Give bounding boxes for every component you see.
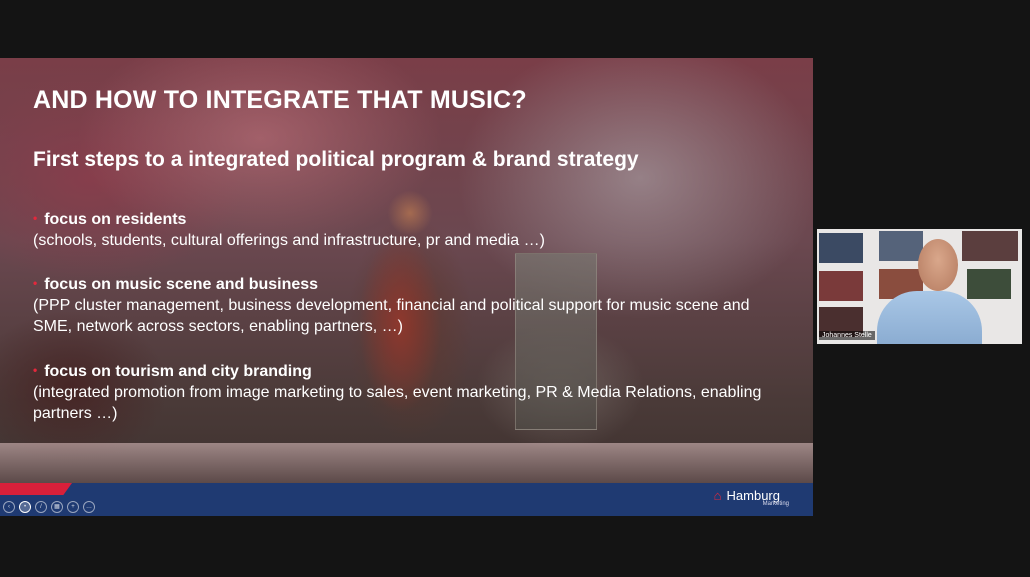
presentation-slide: AND HOW TO INTEGRATE THAT MUSIC? First s… (0, 58, 813, 516)
footer-red-accent (0, 483, 72, 495)
participant-name: Johannes Stelle (819, 331, 875, 340)
bullet-icon: • (33, 211, 38, 225)
grid-icon[interactable]: ▦ (51, 501, 63, 513)
zoom-icon[interactable]: + (67, 501, 79, 513)
wall-photo (879, 231, 923, 261)
person-head (918, 239, 958, 291)
bullet-music-scene: • focus on music scene and business (PPP … (33, 273, 773, 337)
pen-icon[interactable]: / (35, 501, 47, 513)
pointer-icon[interactable]: • (19, 501, 31, 513)
bullet-text: (PPP cluster management, business develo… (33, 297, 750, 335)
bullet-icon: • (33, 363, 38, 377)
castle-icon: ⌂ (713, 488, 722, 503)
logo-subtitle: Marketing (762, 501, 789, 507)
wall-photo (967, 269, 1011, 299)
bullet-text: (integrated promotion from image marketi… (33, 384, 762, 422)
wall-photo (819, 271, 863, 301)
bullet-tourism: • focus on tourism and city branding (int… (33, 360, 793, 424)
bullet-heading: focus on tourism and city branding (44, 363, 312, 380)
bullet-heading: focus on music scene and business (44, 276, 319, 293)
hamburg-marketing-logo: ⌂ Hamburg Marketing (714, 488, 789, 507)
prev-icon[interactable]: ‹ (3, 501, 15, 513)
person-body (877, 291, 982, 344)
wall-photo (819, 233, 863, 263)
slide-subtitle: First steps to a integrated political pr… (33, 148, 639, 171)
participant-video[interactable]: Johannes Stelle (817, 229, 1022, 344)
bullet-heading: focus on residents (44, 211, 187, 228)
slideshow-controls: ‹ • / ▦ + … (3, 501, 95, 513)
slide-title: AND HOW TO INTEGRATE THAT MUSIC? (33, 86, 527, 114)
more-icon[interactable]: … (83, 501, 95, 513)
bullet-text: (schools, students, cultural offerings a… (33, 232, 545, 249)
bullet-icon: • (33, 276, 38, 290)
bullet-residents: • focus on residents (schools, students, … (33, 208, 545, 251)
wall-photo (962, 231, 1018, 261)
slide-footer-bar (0, 483, 813, 516)
